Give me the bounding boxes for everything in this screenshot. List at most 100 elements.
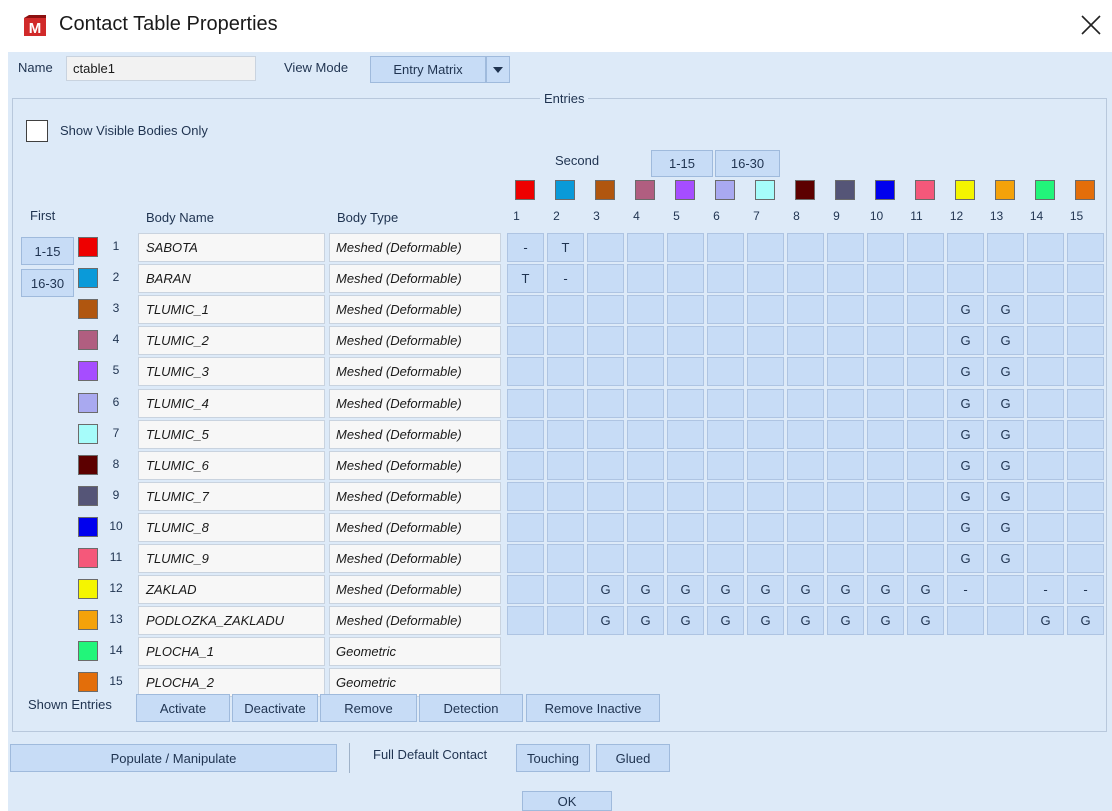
matrix-cell[interactable]: G bbox=[1067, 606, 1104, 635]
matrix-cell[interactable]: G bbox=[987, 357, 1024, 386]
matrix-cell[interactable] bbox=[1027, 451, 1064, 480]
matrix-cell[interactable] bbox=[587, 513, 624, 542]
matrix-cell[interactable] bbox=[707, 326, 744, 355]
matrix-cell[interactable] bbox=[787, 233, 824, 262]
matrix-cell[interactable]: G bbox=[947, 357, 984, 386]
matrix-cell[interactable]: T bbox=[547, 233, 584, 262]
matrix-cell[interactable]: - bbox=[1027, 575, 1064, 604]
matrix-cell[interactable] bbox=[907, 482, 944, 511]
body-type-cell[interactable]: Meshed (Deformable) bbox=[329, 295, 501, 324]
view-mode-dropdown-button[interactable] bbox=[486, 56, 510, 83]
matrix-cell[interactable] bbox=[1067, 451, 1104, 480]
second-range-16-30-button[interactable]: 16-30 bbox=[715, 150, 780, 177]
glued-button[interactable]: Glued bbox=[596, 744, 670, 772]
matrix-cell[interactable] bbox=[747, 389, 784, 418]
matrix-cell[interactable] bbox=[627, 264, 664, 293]
body-name-cell[interactable]: TLUMIC_5 bbox=[138, 420, 325, 449]
matrix-cell[interactable]: G bbox=[707, 575, 744, 604]
matrix-cell[interactable] bbox=[707, 389, 744, 418]
body-type-cell[interactable]: Meshed (Deformable) bbox=[329, 420, 501, 449]
matrix-cell[interactable] bbox=[747, 482, 784, 511]
matrix-cell[interactable] bbox=[747, 544, 784, 573]
body-name-cell[interactable]: PODLOZKA_ZAKLADU bbox=[138, 606, 325, 635]
matrix-cell[interactable] bbox=[747, 513, 784, 542]
matrix-cell[interactable] bbox=[1067, 264, 1104, 293]
matrix-cell[interactable]: - bbox=[947, 575, 984, 604]
matrix-cell[interactable] bbox=[667, 389, 704, 418]
body-type-cell[interactable]: Meshed (Deformable) bbox=[329, 482, 501, 511]
matrix-cell[interactable] bbox=[947, 606, 984, 635]
matrix-cell[interactable]: G bbox=[627, 575, 664, 604]
matrix-cell[interactable]: G bbox=[627, 606, 664, 635]
matrix-cell[interactable] bbox=[547, 513, 584, 542]
show-visible-bodies-checkbox[interactable] bbox=[26, 120, 48, 142]
body-name-cell[interactable]: TLUMIC_8 bbox=[138, 513, 325, 542]
body-type-cell[interactable]: Meshed (Deformable) bbox=[329, 544, 501, 573]
matrix-cell[interactable] bbox=[587, 482, 624, 511]
matrix-cell[interactable] bbox=[907, 295, 944, 324]
matrix-cell[interactable] bbox=[907, 264, 944, 293]
matrix-cell[interactable] bbox=[827, 264, 864, 293]
name-input[interactable] bbox=[66, 56, 256, 81]
matrix-cell[interactable] bbox=[1067, 420, 1104, 449]
matrix-cell[interactable] bbox=[787, 389, 824, 418]
matrix-cell[interactable] bbox=[787, 326, 824, 355]
body-type-cell[interactable]: Meshed (Deformable) bbox=[329, 606, 501, 635]
matrix-cell[interactable] bbox=[787, 264, 824, 293]
matrix-cell[interactable]: G bbox=[947, 451, 984, 480]
matrix-cell[interactable]: G bbox=[707, 606, 744, 635]
matrix-cell[interactable] bbox=[507, 575, 544, 604]
body-type-cell[interactable]: Meshed (Deformable) bbox=[329, 389, 501, 418]
matrix-cell[interactable] bbox=[707, 264, 744, 293]
matrix-cell[interactable] bbox=[987, 606, 1024, 635]
matrix-cell[interactable] bbox=[1027, 357, 1064, 386]
matrix-cell[interactable]: G bbox=[987, 544, 1024, 573]
matrix-cell[interactable]: - bbox=[507, 233, 544, 262]
matrix-cell[interactable] bbox=[1067, 482, 1104, 511]
matrix-cell[interactable] bbox=[867, 482, 904, 511]
matrix-cell[interactable] bbox=[827, 544, 864, 573]
body-name-cell[interactable]: PLOCHA_2 bbox=[138, 668, 325, 697]
matrix-cell[interactable] bbox=[1067, 544, 1104, 573]
matrix-cell[interactable] bbox=[787, 357, 824, 386]
matrix-cell[interactable]: G bbox=[787, 575, 824, 604]
matrix-cell[interactable] bbox=[907, 544, 944, 573]
matrix-cell[interactable] bbox=[627, 544, 664, 573]
second-range-1-15-button[interactable]: 1-15 bbox=[651, 150, 713, 177]
matrix-cell[interactable] bbox=[547, 606, 584, 635]
matrix-cell[interactable] bbox=[627, 357, 664, 386]
body-type-cell[interactable]: Meshed (Deformable) bbox=[329, 357, 501, 386]
matrix-cell[interactable] bbox=[627, 420, 664, 449]
matrix-cell[interactable]: G bbox=[987, 513, 1024, 542]
matrix-cell[interactable] bbox=[707, 513, 744, 542]
matrix-cell[interactable]: G bbox=[787, 606, 824, 635]
matrix-cell[interactable] bbox=[667, 326, 704, 355]
remove-button[interactable]: Remove bbox=[320, 694, 417, 722]
matrix-cell[interactable] bbox=[547, 544, 584, 573]
matrix-cell[interactable] bbox=[907, 326, 944, 355]
matrix-cell[interactable] bbox=[667, 264, 704, 293]
matrix-cell[interactable]: G bbox=[947, 544, 984, 573]
matrix-cell[interactable] bbox=[547, 482, 584, 511]
matrix-cell[interactable]: G bbox=[987, 482, 1024, 511]
matrix-cell[interactable] bbox=[827, 357, 864, 386]
matrix-cell[interactable] bbox=[587, 295, 624, 324]
matrix-cell[interactable] bbox=[867, 357, 904, 386]
matrix-cell[interactable] bbox=[1067, 513, 1104, 542]
body-type-cell[interactable]: Meshed (Deformable) bbox=[329, 233, 501, 262]
matrix-cell[interactable] bbox=[507, 544, 544, 573]
matrix-cell[interactable] bbox=[667, 295, 704, 324]
matrix-cell[interactable] bbox=[1027, 264, 1064, 293]
matrix-cell[interactable] bbox=[667, 233, 704, 262]
matrix-cell[interactable] bbox=[867, 264, 904, 293]
matrix-cell[interactable] bbox=[827, 420, 864, 449]
matrix-cell[interactable]: G bbox=[907, 575, 944, 604]
matrix-cell[interactable]: G bbox=[987, 326, 1024, 355]
matrix-cell[interactable] bbox=[947, 264, 984, 293]
matrix-cell[interactable] bbox=[907, 513, 944, 542]
matrix-cell[interactable] bbox=[867, 513, 904, 542]
matrix-cell[interactable] bbox=[827, 482, 864, 511]
matrix-cell[interactable] bbox=[627, 233, 664, 262]
matrix-cell[interactable] bbox=[1067, 295, 1104, 324]
matrix-cell[interactable] bbox=[1067, 233, 1104, 262]
